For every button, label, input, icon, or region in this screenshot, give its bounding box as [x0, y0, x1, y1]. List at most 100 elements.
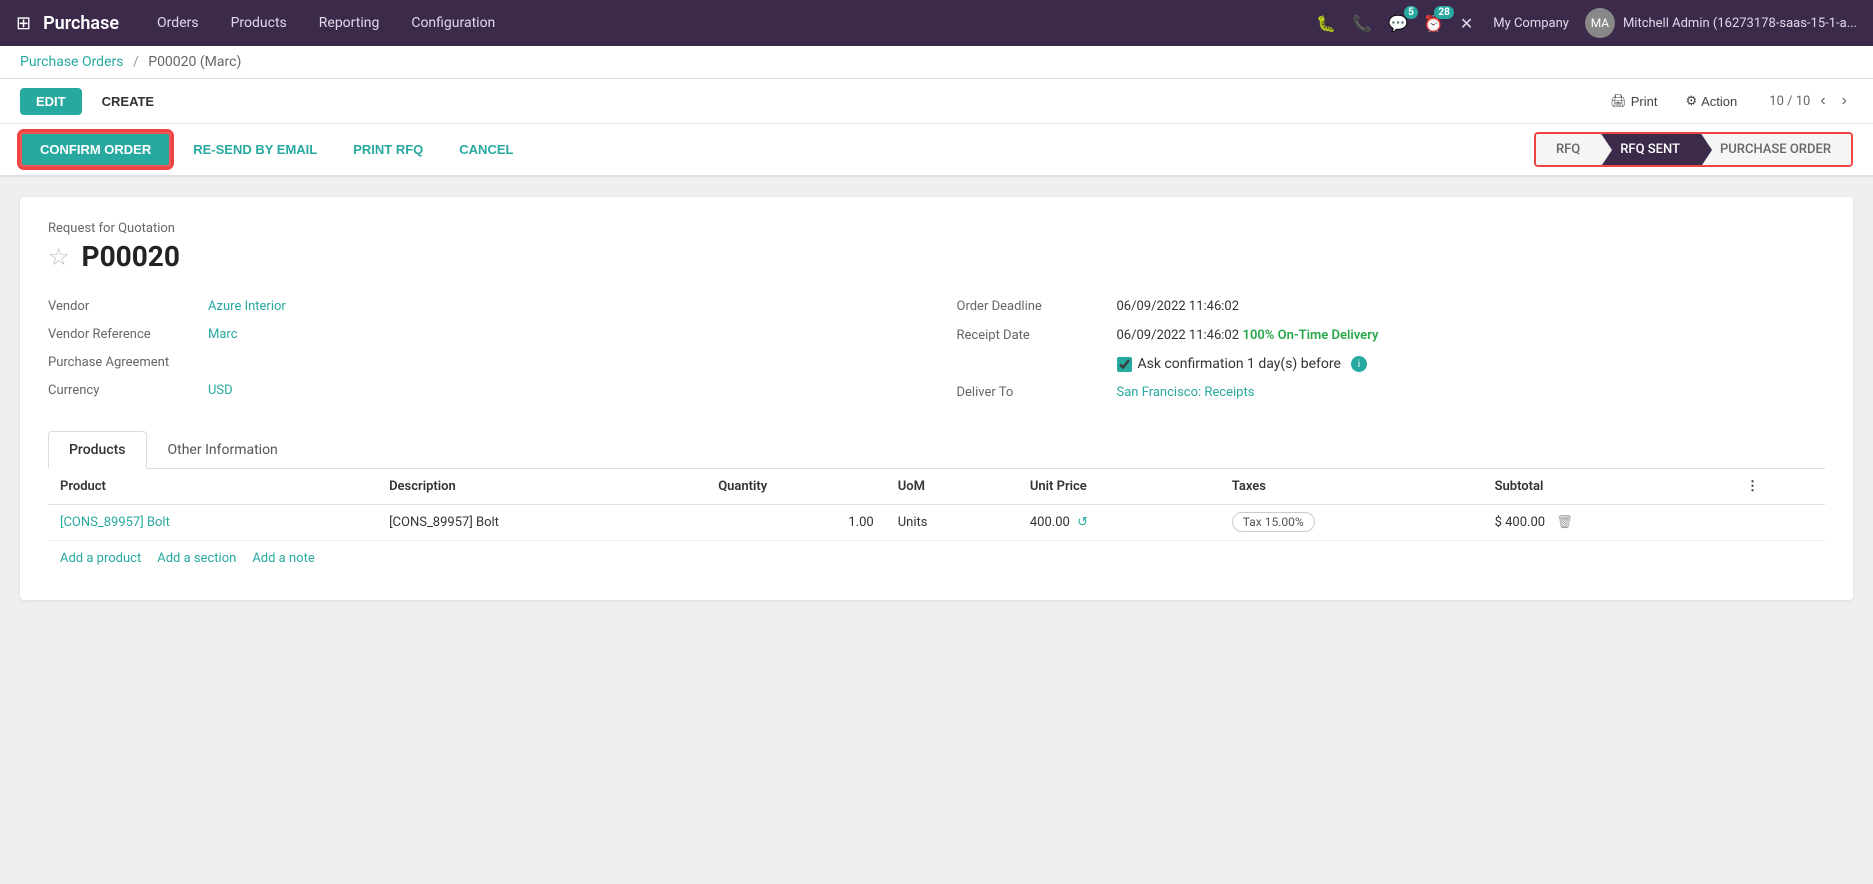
- currency-label: Currency: [48, 383, 208, 398]
- add-product-link[interactable]: Add a product: [60, 551, 141, 566]
- activity-icon[interactable]: ⏰ 28: [1420, 10, 1448, 37]
- vendor-ref-label: Vendor Reference: [48, 327, 208, 342]
- ask-confirmation-row: Ask confirmation 1 day(s) before i: [957, 350, 1826, 379]
- vendor-value[interactable]: Azure Interior: [208, 299, 286, 314]
- action-button[interactable]: ⚙ Action: [1673, 87, 1749, 115]
- info-icon[interactable]: i: [1351, 356, 1367, 372]
- form-title: P00020: [82, 240, 180, 273]
- pipeline-rfq-sent[interactable]: RFQ SENT: [1600, 134, 1700, 165]
- cell-uom: Units: [886, 505, 1018, 541]
- reset-price-icon[interactable]: ↺: [1077, 515, 1088, 530]
- order-deadline-value[interactable]: 06/09/2022 11:46:02: [1117, 299, 1240, 314]
- avatar: MA: [1585, 8, 1615, 38]
- prev-page-button[interactable]: ‹: [1814, 90, 1831, 112]
- activity-badge: 28: [1434, 6, 1453, 19]
- ask-confirmation-checkbox-row: Ask confirmation 1 day(s) before i: [1117, 356, 1367, 372]
- right-fields: Order Deadline 06/09/2022 11:46:02 Recei…: [957, 293, 1826, 407]
- breadcrumb: Purchase Orders / P00020 (Marc): [0, 46, 1873, 79]
- deliver-to-label: Deliver To: [957, 385, 1117, 400]
- tax-badge[interactable]: Tax 15.00%: [1232, 512, 1315, 532]
- left-fields: Vendor Azure Interior Vendor Reference M…: [48, 293, 917, 407]
- product-name[interactable]: [CONS_89957] Bolt: [60, 515, 170, 530]
- tab-other-information[interactable]: Other Information: [147, 431, 299, 468]
- ask-confirmation-text: Ask confirmation 1 day(s) before: [1138, 356, 1341, 372]
- vendor-ref-value[interactable]: Marc: [208, 327, 238, 342]
- nav-products[interactable]: Products: [217, 0, 301, 46]
- edit-button[interactable]: EDIT: [20, 88, 82, 115]
- page-navigation: 10 / 10 ‹ ›: [1769, 90, 1853, 112]
- delete-row-icon[interactable]: 🗑: [1556, 515, 1573, 530]
- app-name: Purchase: [43, 13, 119, 34]
- phone-icon[interactable]: 📞: [1348, 10, 1376, 37]
- vendor-label: Vendor: [48, 299, 208, 314]
- purchase-agreement-label: Purchase Agreement: [48, 355, 208, 370]
- main-content: Request for Quotation ☆ P00020 Vendor Az…: [0, 177, 1873, 884]
- order-deadline-label: Order Deadline: [957, 299, 1117, 314]
- user-menu[interactable]: MA Mitchell Admin (16273178-saas-15-1-a.…: [1585, 8, 1857, 38]
- deliver-to-row: Deliver To San Francisco: Receipts: [957, 379, 1826, 407]
- cell-taxes: Tax 15.00%: [1220, 505, 1483, 541]
- col-quantity: Quantity: [706, 469, 886, 505]
- page-info: 10 / 10: [1769, 94, 1810, 109]
- action-label: Action: [1701, 94, 1737, 109]
- receipt-date-label: Receipt Date: [957, 328, 1117, 343]
- col-description: Description: [377, 469, 706, 505]
- product-table: Product Description Quantity UoM Unit Pr…: [48, 469, 1825, 541]
- chat-icon[interactable]: 💬 5: [1384, 10, 1412, 37]
- cell-product: [CONS_89957] Bolt: [48, 505, 377, 541]
- price-value: 400.00: [1030, 515, 1070, 530]
- close-icon[interactable]: ✕: [1456, 10, 1477, 37]
- pipeline-purchase-order[interactable]: PURCHASE ORDER: [1700, 134, 1851, 165]
- resend-email-button[interactable]: RE-SEND BY EMAIL: [179, 134, 331, 165]
- breadcrumb-parent[interactable]: Purchase Orders: [20, 54, 123, 70]
- create-button[interactable]: CREATE: [86, 88, 170, 115]
- form-card: Request for Quotation ☆ P00020 Vendor Az…: [20, 197, 1853, 600]
- cell-subtotal: $ 400.00 🗑: [1483, 505, 1734, 541]
- cell-row-more: [1734, 505, 1825, 541]
- tabs-bar: Products Other Information: [48, 431, 1825, 469]
- form-fields: Vendor Azure Interior Vendor Reference M…: [48, 293, 1825, 407]
- order-deadline-row: Order Deadline 06/09/2022 11:46:02: [957, 293, 1826, 321]
- ask-confirmation-checkbox[interactable]: [1117, 357, 1132, 372]
- form-title-row: ☆ P00020: [48, 240, 1825, 273]
- purchase-agreement-row: Purchase Agreement: [48, 349, 917, 377]
- tab-products[interactable]: Products: [48, 431, 147, 469]
- table-row: [CONS_89957] Bolt [CONS_89957] Bolt 1.00…: [48, 505, 1825, 541]
- vendor-ref-row: Vendor Reference Marc: [48, 321, 917, 349]
- gear-icon: ⚙: [1685, 93, 1697, 109]
- cell-description: [CONS_89957] Bolt: [377, 505, 706, 541]
- add-section-link[interactable]: Add a section: [157, 551, 236, 566]
- print-rfq-button[interactable]: PRINT RFQ: [339, 134, 437, 165]
- receipt-date-value[interactable]: 06/09/2022 11:46:02: [1117, 328, 1240, 343]
- nav-reporting[interactable]: Reporting: [305, 0, 394, 46]
- currency-value[interactable]: USD: [208, 383, 233, 398]
- breadcrumb-separator: /: [133, 54, 139, 70]
- bug-icon[interactable]: 🐛: [1312, 10, 1340, 37]
- top-navigation: ⊞ Purchase Orders Products Reporting Con…: [0, 0, 1873, 46]
- chat-badge: 5: [1404, 6, 1418, 19]
- favorite-star-icon[interactable]: ☆: [48, 243, 70, 271]
- next-page-button[interactable]: ›: [1836, 90, 1853, 112]
- confirm-order-button[interactable]: CONFIRM ORDER: [20, 132, 171, 167]
- cell-quantity: 1.00: [706, 505, 886, 541]
- pipeline-rfq[interactable]: RFQ: [1536, 134, 1600, 165]
- print-button[interactable]: 🖨 Print: [1598, 87, 1669, 115]
- grid-icon[interactable]: ⊞: [16, 13, 31, 34]
- col-taxes: Taxes: [1220, 469, 1483, 505]
- username: Mitchell Admin (16273178-saas-15-1-a...: [1623, 16, 1857, 31]
- col-uom: UoM: [886, 469, 1018, 505]
- nav-orders[interactable]: Orders: [143, 0, 213, 46]
- table-header-row: Product Description Quantity UoM Unit Pr…: [48, 469, 1825, 505]
- nav-configuration[interactable]: Configuration: [397, 0, 509, 46]
- col-subtotal: Subtotal: [1483, 469, 1734, 505]
- deliver-to-value[interactable]: San Francisco: Receipts: [1117, 385, 1255, 400]
- add-note-link[interactable]: Add a note: [252, 551, 314, 566]
- more-columns-icon[interactable]: ⋮: [1746, 479, 1759, 494]
- col-more: ⋮: [1734, 469, 1825, 505]
- print-label: Print: [1631, 94, 1658, 109]
- breadcrumb-current: P00020 (Marc): [148, 54, 241, 70]
- vendor-row: Vendor Azure Interior: [48, 293, 917, 321]
- col-product: Product: [48, 469, 377, 505]
- action-bar: EDIT CREATE 🖨 Print ⚙ Action 10 / 10 ‹ ›: [0, 79, 1873, 124]
- cancel-button[interactable]: CANCEL: [445, 134, 527, 165]
